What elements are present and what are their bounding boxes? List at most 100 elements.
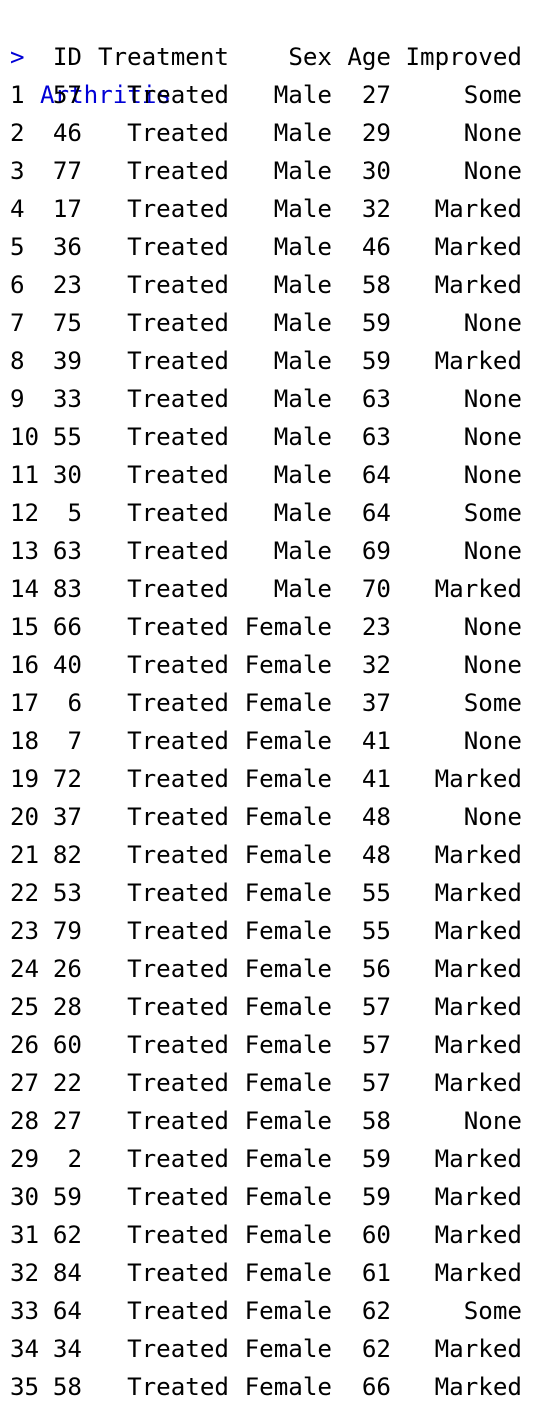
cell-sex: Male	[273, 461, 332, 489]
cell-treatment: Treated	[127, 1183, 229, 1211]
cell-sex: Female	[244, 1145, 332, 1173]
header-sex: Sex	[288, 43, 332, 71]
cell-sex: Female	[244, 651, 332, 679]
cell-sex: Female	[244, 1107, 332, 1135]
cell-treatment: Treated	[127, 309, 229, 337]
cell-sex: Male	[273, 423, 332, 451]
cell-treatment: Treated	[127, 1107, 229, 1135]
cell-sex: Male	[273, 157, 332, 185]
cell-improved: Marked	[434, 1183, 522, 1211]
cell-id: 77	[52, 157, 82, 185]
cell-improved: Marked	[434, 1259, 522, 1287]
table-row: 13 63 Treated Male 69 None	[0, 532, 540, 570]
table-row: 16 40 Treated Female 32 None	[0, 646, 540, 684]
cell-improved: None	[463, 385, 522, 413]
row-number: 22	[10, 879, 40, 907]
cell-improved: Marked	[434, 841, 522, 869]
cell-improved: None	[463, 461, 522, 489]
cell-id: 60	[52, 1031, 82, 1059]
cell-id: 64	[52, 1297, 82, 1325]
cell-treatment: Treated	[127, 461, 229, 489]
row-number: 6	[10, 271, 25, 299]
cell-id: 2	[67, 1145, 82, 1173]
row-number: 28	[10, 1107, 40, 1135]
cell-age: 32	[361, 195, 391, 223]
cell-age: 63	[361, 385, 391, 413]
cell-age: 37	[361, 689, 391, 717]
cell-improved: None	[463, 651, 522, 679]
table-row: 10 55 Treated Male 63 None	[0, 418, 540, 456]
cell-improved: Some	[463, 689, 522, 717]
cell-id: 46	[52, 119, 82, 147]
cell-improved: None	[463, 803, 522, 831]
row-number: 11	[10, 461, 40, 489]
cell-sex: Male	[273, 195, 332, 223]
cell-id: 62	[52, 1221, 82, 1249]
command-line: > Arthritis	[0, 0, 540, 109]
cell-sex: Female	[244, 841, 332, 869]
cell-age: 57	[361, 993, 391, 1021]
cell-age: 48	[361, 841, 391, 869]
cell-id: 84	[52, 1259, 82, 1287]
cell-treatment: Treated	[127, 727, 229, 755]
table-row: 18 7 Treated Female 41 None	[0, 722, 540, 760]
table-row: 26 60 Treated Female 57 Marked	[0, 1026, 540, 1064]
row-number: 21	[10, 841, 40, 869]
cell-improved: Marked	[434, 1335, 522, 1363]
cell-age: 41	[361, 765, 391, 793]
cell-treatment: Treated	[127, 271, 229, 299]
cell-age: 61	[361, 1259, 391, 1287]
row-number: 18	[10, 727, 40, 755]
cell-sex: Female	[244, 955, 332, 983]
table-row: 6 23 Treated Male 58 Marked	[0, 266, 540, 304]
cell-improved: Some	[463, 81, 522, 109]
cell-treatment: Treated	[127, 613, 229, 641]
table-row: 23 79 Treated Female 55 Marked	[0, 912, 540, 950]
cell-treatment: Treated	[127, 157, 229, 185]
cell-id: 59	[52, 1183, 82, 1211]
cell-improved: Marked	[434, 765, 522, 793]
cell-improved: Marked	[434, 879, 522, 907]
cell-age: 59	[361, 1183, 391, 1211]
cell-id: 27	[52, 1107, 82, 1135]
cell-treatment: Treated	[127, 575, 229, 603]
table-row: 28 27 Treated Female 58 None	[0, 1102, 540, 1140]
cell-id: 23	[52, 271, 82, 299]
cell-age: 59	[361, 309, 391, 337]
table-row: 33 64 Treated Female 62 Some	[0, 1292, 540, 1330]
cell-improved: Marked	[434, 271, 522, 299]
cell-age: 46	[361, 233, 391, 261]
row-number: 23	[10, 917, 40, 945]
row-number: 4	[10, 195, 25, 223]
cell-id: 7	[67, 727, 82, 755]
cell-treatment: Treated	[127, 119, 229, 147]
cell-id: 72	[52, 765, 82, 793]
row-number: 17	[10, 689, 40, 717]
cell-id: 22	[52, 1069, 82, 1097]
cell-improved: Marked	[434, 993, 522, 1021]
table-row: 32 84 Treated Female 61 Marked	[0, 1254, 540, 1292]
row-number: 16	[10, 651, 40, 679]
cell-age: 57	[361, 1069, 391, 1097]
row-number: 1	[10, 81, 25, 109]
cell-sex: Female	[244, 1183, 332, 1211]
row-number: 24	[10, 955, 40, 983]
row-number: 32	[10, 1259, 40, 1287]
cell-treatment: Treated	[127, 1031, 229, 1059]
cell-age: 63	[361, 423, 391, 451]
cell-treatment: Treated	[127, 1297, 229, 1325]
row-number: 2	[10, 119, 25, 147]
cell-treatment: Treated	[127, 879, 229, 907]
row-number: 13	[10, 537, 40, 565]
cell-improved: Some	[463, 499, 522, 527]
cell-age: 60	[361, 1221, 391, 1249]
cell-treatment: Treated	[127, 1335, 229, 1363]
row-number: 8	[10, 347, 25, 375]
cell-age: 29	[361, 119, 391, 147]
cell-age: 58	[361, 271, 391, 299]
cell-sex: Female	[244, 1031, 332, 1059]
cell-id: 66	[52, 613, 82, 641]
cell-treatment: Treated	[127, 1221, 229, 1249]
cell-treatment: Treated	[127, 993, 229, 1021]
cell-treatment: Treated	[127, 195, 229, 223]
